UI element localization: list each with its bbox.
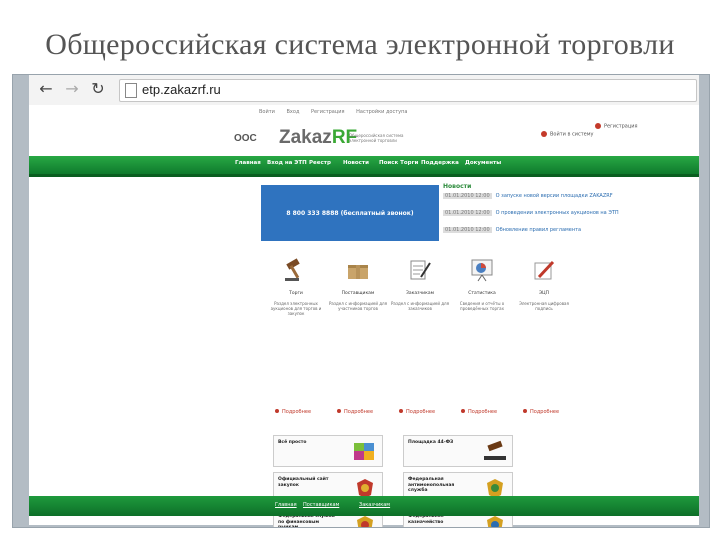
phone-banner[interactable]: 8 800 333 8888 (бесплатный звонок): [261, 185, 439, 241]
forward-icon[interactable]: →: [63, 80, 81, 98]
more-link[interactable]: Подробнее: [399, 409, 435, 415]
gavel-icon: [285, 258, 300, 281]
top-link[interactable]: Регистрация: [311, 109, 345, 115]
puzzle-icon: [354, 443, 374, 460]
logo-tagline: Общероссийская система электронной торго…: [349, 133, 404, 143]
boxes-icon: [348, 265, 368, 279]
more-link[interactable]: Подробнее: [275, 409, 311, 415]
footer-link[interactable]: Заказчикам: [359, 502, 390, 508]
feature-suppliers[interactable]: Поставщикам Раздел с информацией для уча…: [329, 257, 387, 311]
partner-card[interactable]: Всё просто: [273, 435, 383, 467]
website: Войти Вход Регистрация Настройки доступа…: [29, 105, 699, 527]
document-pen-icon: [410, 260, 431, 280]
login-icon: [541, 131, 547, 137]
slide-title: Общероссийская система электронной торго…: [45, 28, 675, 61]
feature-torgi[interactable]: Торги Раздел электронных аукционов для т…: [267, 257, 325, 316]
feature-statistics[interactable]: Статистика Сведения и отчёты о проведённ…: [453, 257, 511, 311]
top-link[interactable]: Вход: [287, 109, 300, 115]
browser-toolbar: ← → ↻ etp.zakazrf.ru: [29, 75, 699, 106]
feature-ecp[interactable]: ЭЦП Электронная цифровая подпись: [515, 257, 573, 311]
site-footer: Главная Поставщикам Заказчикам: [29, 496, 699, 516]
menu-item[interactable]: Поддержка: [421, 160, 459, 166]
menu-item[interactable]: Вход на ЭТП: [267, 160, 307, 166]
menu-item[interactable]: Документы: [465, 160, 501, 166]
register-icon: [595, 123, 601, 129]
login-link[interactable]: Войти в систему: [541, 131, 596, 138]
footer-link[interactable]: Поставщикам: [303, 502, 339, 508]
back-icon[interactable]: ←: [37, 80, 55, 98]
chart-board-icon: [471, 259, 493, 282]
register-link[interactable]: Регистрация: [595, 123, 665, 130]
menu-item[interactable]: Новости: [343, 160, 369, 166]
emblem-icon: [357, 516, 373, 527]
news-item[interactable]: 01.01.2010 12:00 О запуске новой версии п…: [443, 193, 653, 199]
more-link[interactable]: Подробнее: [461, 409, 497, 415]
gavel-icon: [484, 440, 506, 460]
banner-text: 8 800 333 8888 (бесплатный звонок): [286, 210, 414, 217]
url-text: etp.zakazrf.ru: [142, 82, 221, 97]
main-menu: Главная Вход на ЭТП Реестр Новости Поиск…: [29, 156, 699, 177]
signature-pen-icon: [534, 260, 555, 280]
footer-link[interactable]: Главная: [275, 502, 297, 508]
top-link[interactable]: Настройки доступа: [356, 109, 407, 115]
zakazrf-logo[interactable]: ZakazRF: [279, 127, 357, 149]
emblem-icon: [487, 516, 503, 527]
top-link[interactable]: Войти: [259, 109, 275, 115]
reload-icon[interactable]: ↻: [89, 80, 107, 98]
more-link[interactable]: Подробнее: [523, 409, 559, 415]
address-bar[interactable]: etp.zakazrf.ru: [119, 79, 697, 102]
news-heading[interactable]: Новости: [443, 183, 471, 190]
news-item[interactable]: 01.01.2010 12:00 О проведении электронных…: [443, 210, 653, 216]
oos-logo[interactable]: ООС: [234, 133, 257, 144]
more-link[interactable]: Подробнее: [337, 409, 373, 415]
menu-item[interactable]: Главная: [235, 160, 261, 166]
page-icon: [125, 83, 137, 98]
feature-customers[interactable]: Заказчикам Раздел с информацией для зака…: [391, 257, 449, 311]
menu-item[interactable]: Поиск Торги: [379, 160, 418, 166]
news-item[interactable]: 01.01.2010 12:00 Обновление правил реглам…: [443, 227, 653, 233]
screenshot-frame: ← → ↻ etp.zakazrf.ru Войти Вход Регистра…: [12, 74, 710, 528]
partner-card[interactable]: Площадка 44-ФЗ: [403, 435, 513, 467]
top-links: Войти Вход Регистрация Настройки доступа: [259, 109, 417, 115]
menu-item[interactable]: Реестр: [309, 160, 331, 166]
